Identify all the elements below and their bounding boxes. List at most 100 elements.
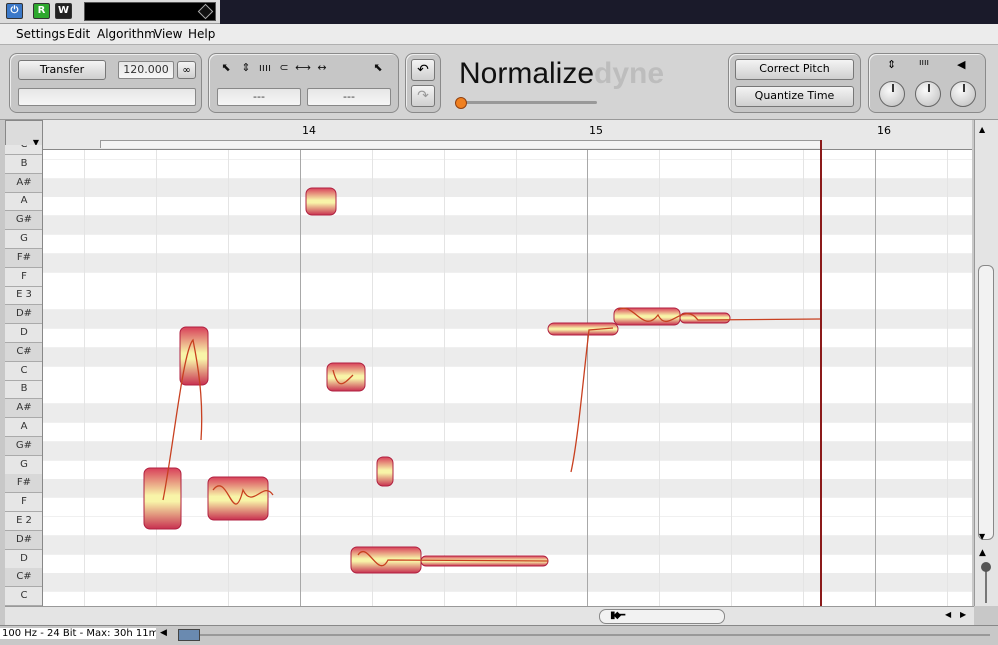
vertical-scrollbar[interactable]: ▲ ▼ ▲ <box>974 120 998 606</box>
bar-label: 15 <box>589 124 603 137</box>
time-tool-icon[interactable]: ⟷ <box>294 59 312 77</box>
tempo-field[interactable]: 120.000 <box>118 61 174 79</box>
scroll-right-icon[interactable]: ▶ <box>960 610 966 619</box>
zoom-slider-handle[interactable] <box>455 97 467 109</box>
pitch-curve <box>570 327 614 473</box>
select-tool-icon[interactable]: ⬉ <box>369 59 387 77</box>
formant-tool-icon[interactable]: ↔ <box>313 59 331 77</box>
transfer-button[interactable]: Transfer <box>18 60 106 80</box>
diamond-icon <box>197 3 214 20</box>
pitch-key: F# <box>5 474 42 494</box>
note-blob[interactable] <box>305 187 337 216</box>
note-blob[interactable] <box>207 476 269 521</box>
menu-view[interactable]: View <box>154 27 182 41</box>
note-blob[interactable] <box>613 307 681 326</box>
transfer-info-field <box>18 88 196 106</box>
menu-settings[interactable]: Settings <box>16 27 65 41</box>
correction-panel: Correct Pitch Quantize Time <box>728 53 861 113</box>
playhead-line[interactable] <box>820 150 822 606</box>
logo-text: Normalize <box>459 57 595 90</box>
read-button[interactable]: R <box>33 3 50 19</box>
timeline-ruler[interactable]: 14 15 16 <box>43 120 972 150</box>
pitch-drift-tool-icon[interactable]: ⊂ <box>275 59 293 77</box>
bar-label: 16 <box>877 124 891 137</box>
waveform-overview-icon: ▮◆━ <box>610 610 625 621</box>
toolbar: Transfer 120.000 ∞ ⬉ ⇕ ıııı ⊂ ⟷ ↔ ⬉ --- … <box>0 45 998 120</box>
pitch-key: E 2 <box>5 512 42 531</box>
pitch-key: C <box>5 145 42 155</box>
pitch-key: C <box>5 362 42 381</box>
pitch-key: B <box>5 380 42 400</box>
note-blob[interactable] <box>143 467 182 530</box>
scroll-down-icon[interactable]: ▼ <box>979 532 985 541</box>
logo-ghost-text: dyne <box>594 57 665 90</box>
pitch-key: C# <box>5 568 42 588</box>
pitch-key: A# <box>5 173 42 193</box>
pitch-key: B <box>5 155 42 174</box>
knobs-panel: ⇕ ıııı ◀ <box>868 53 986 113</box>
undo-icon[interactable]: ↶ <box>411 59 435 81</box>
pitch-key: D <box>5 550 42 569</box>
power-button[interactable]: ⏻ <box>6 3 23 19</box>
volume-knob-icon: ◀ <box>957 58 966 71</box>
note-editor[interactable] <box>43 150 972 606</box>
pitch-knob[interactable] <box>879 81 905 107</box>
transfer-panel: Transfer 120.000 ∞ <box>9 53 202 113</box>
pitch-ruler: CBA#AG#GF#FE 3D#DC#CBA#AG#GF#FE 2D#DC#C <box>5 145 43 606</box>
pitch-key: F# <box>5 248 42 268</box>
horizontal-scroll-thumb[interactable]: ▮◆━ <box>599 609 725 624</box>
playhead-marker[interactable] <box>820 140 822 150</box>
scroll-left-icon[interactable]: ◀ <box>945 610 951 619</box>
pitch-key: A <box>5 192 42 212</box>
menu-help[interactable]: Help <box>188 27 215 41</box>
volume-knob[interactable] <box>950 81 976 107</box>
note-blob[interactable] <box>326 362 366 392</box>
menu-algorithm[interactable]: Algorithm <box>97 27 156 41</box>
pitch-key: A# <box>5 399 42 419</box>
pitch-key: F <box>5 268 42 287</box>
horizontal-scrollbar[interactable]: ▮◆━ ◀ ▶ <box>5 606 974 625</box>
pitch-key: F <box>5 493 42 513</box>
pitch-modulation-tool-icon[interactable]: ıııı <box>256 59 274 77</box>
vertical-zoom-out-icon[interactable]: ▲ <box>979 548 986 558</box>
menu-edit[interactable]: Edit <box>67 27 90 41</box>
status-divider <box>200 634 990 636</box>
pitch-key: C <box>5 587 42 606</box>
pitch-key: A <box>5 418 42 437</box>
modulation-knob-icon: ıııı <box>919 58 930 68</box>
vertical-scroll-thumb[interactable] <box>978 265 994 540</box>
pitch-tool-icon[interactable]: ⇕ <box>237 59 255 77</box>
status-text: 100 Hz - 24 Bit - Max: 30h 11min <box>0 628 156 639</box>
pitch-key: D# <box>5 530 42 550</box>
status-scroll-thumb[interactable] <box>178 629 200 641</box>
pitch-key: G <box>5 230 42 249</box>
redo-icon[interactable]: ↷ <box>411 85 435 107</box>
pitch-key: G# <box>5 211 42 231</box>
pitch-key: G <box>5 456 42 475</box>
note-blob[interactable] <box>179 326 209 386</box>
note-blob[interactable] <box>679 312 731 324</box>
note-info-right: --- <box>307 88 391 106</box>
pitch-key: E 3 <box>5 286 42 306</box>
pitch-knob-icon: ⇕ <box>887 58 897 71</box>
blob-layer <box>143 187 821 574</box>
modulation-knob[interactable] <box>915 81 941 107</box>
note-blob[interactable] <box>376 456 394 487</box>
main-tool-icon[interactable]: ⬉ <box>217 59 235 77</box>
undo-panel: ↶ ↷ <box>405 53 441 113</box>
plugin-display[interactable] <box>84 2 216 21</box>
status-scroll-left-icon[interactable]: ◀ <box>160 628 167 638</box>
plugin-logo: Normalizedyne <box>459 57 664 91</box>
status-bar: 100 Hz - 24 Bit - Max: 30h 11min ◀ <box>0 625 998 645</box>
vertical-zoom-handle[interactable] <box>981 562 991 572</box>
scroll-up-icon[interactable]: ▲ <box>979 125 993 135</box>
quantize-time-button[interactable]: Quantize Time <box>735 86 854 107</box>
tools-panel: ⬉ ⇕ ıııı ⊂ ⟷ ↔ ⬉ --- --- <box>208 53 399 113</box>
pitch-key: G# <box>5 436 42 456</box>
link-icon[interactable]: ∞ <box>177 61 196 79</box>
write-button[interactable]: W <box>55 3 72 19</box>
correct-pitch-button[interactable]: Correct Pitch <box>735 59 854 80</box>
zoom-slider-track[interactable] <box>457 101 597 104</box>
loop-region[interactable] <box>100 140 822 148</box>
window-frame <box>220 0 998 24</box>
